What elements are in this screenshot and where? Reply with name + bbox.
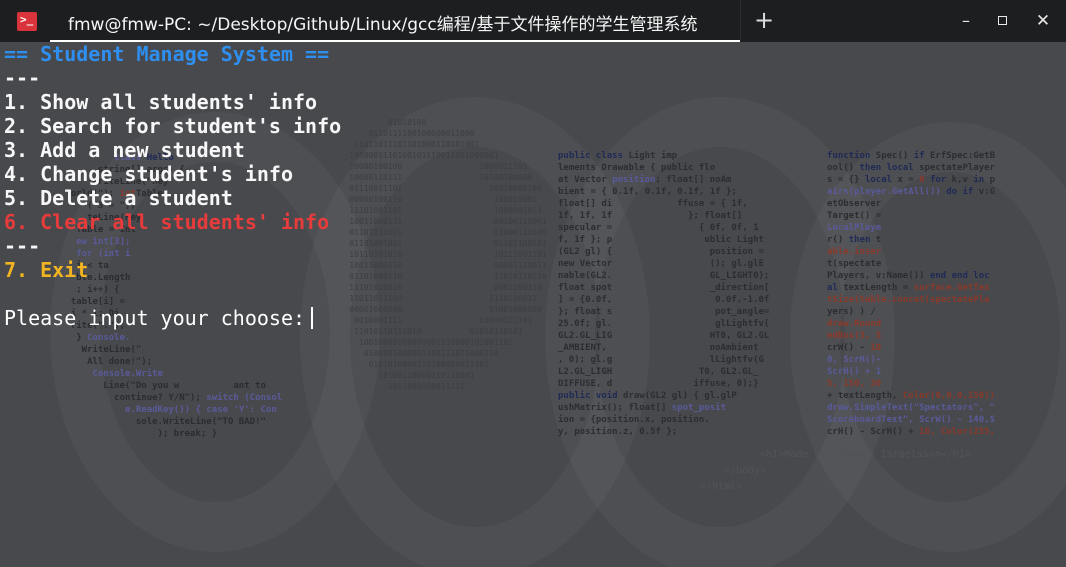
menu-separator-bottom: --- [4,234,41,258]
tab-title: fmw@fmw-PC: ~/Desktop/Github/Linux/gcc编程… [68,15,698,35]
title-bar: >_ fmw@fmw-PC: ~/Desktop/Github/Linux/gc… [0,0,1066,42]
minimize-icon[interactable]: – [953,8,979,34]
menu-option-delete: 5. Delete a student [4,186,233,210]
terminal-output[interactable]: == Student Manage System == --- 1. Show … [4,42,1064,330]
terminal-window: >_ fmw@fmw-PC: ~/Desktop/Github/Linux/gc… [0,0,1066,567]
plus-icon[interactable]: + [752,6,776,34]
menu-option-show-all: 1. Show all students' info [4,90,318,114]
terminal-app-icon[interactable]: >_ [17,12,37,31]
close-icon[interactable]: ✕ [1030,8,1056,34]
terminal-tab[interactable]: fmw@fmw-PC: ~/Desktop/Github/Linux/gcc编程… [50,0,740,42]
input-prompt-line[interactable]: Please input your choose: [4,306,1064,330]
maximize-icon[interactable] [990,8,1016,34]
program-title: == Student Manage System == [4,42,330,66]
input-prompt: Please input your choose: [4,306,306,330]
background-html-texture: <h1>Made by: Rasmus Israelsson</h1> </bo… [700,449,971,492]
menu-option-add: 3. Add a new student [4,138,245,162]
menu-option-clear-all: 6. Clear all students' info [4,210,330,234]
menu-option-search: 2. Search for student's info [4,114,342,138]
menu-option-exit: 7. Exit [4,258,89,282]
text-cursor[interactable] [311,307,314,329]
menu-option-change: 4. Change student's info [4,162,293,186]
menu-separator-top: --- [4,66,41,90]
tab-divider [740,0,741,40]
